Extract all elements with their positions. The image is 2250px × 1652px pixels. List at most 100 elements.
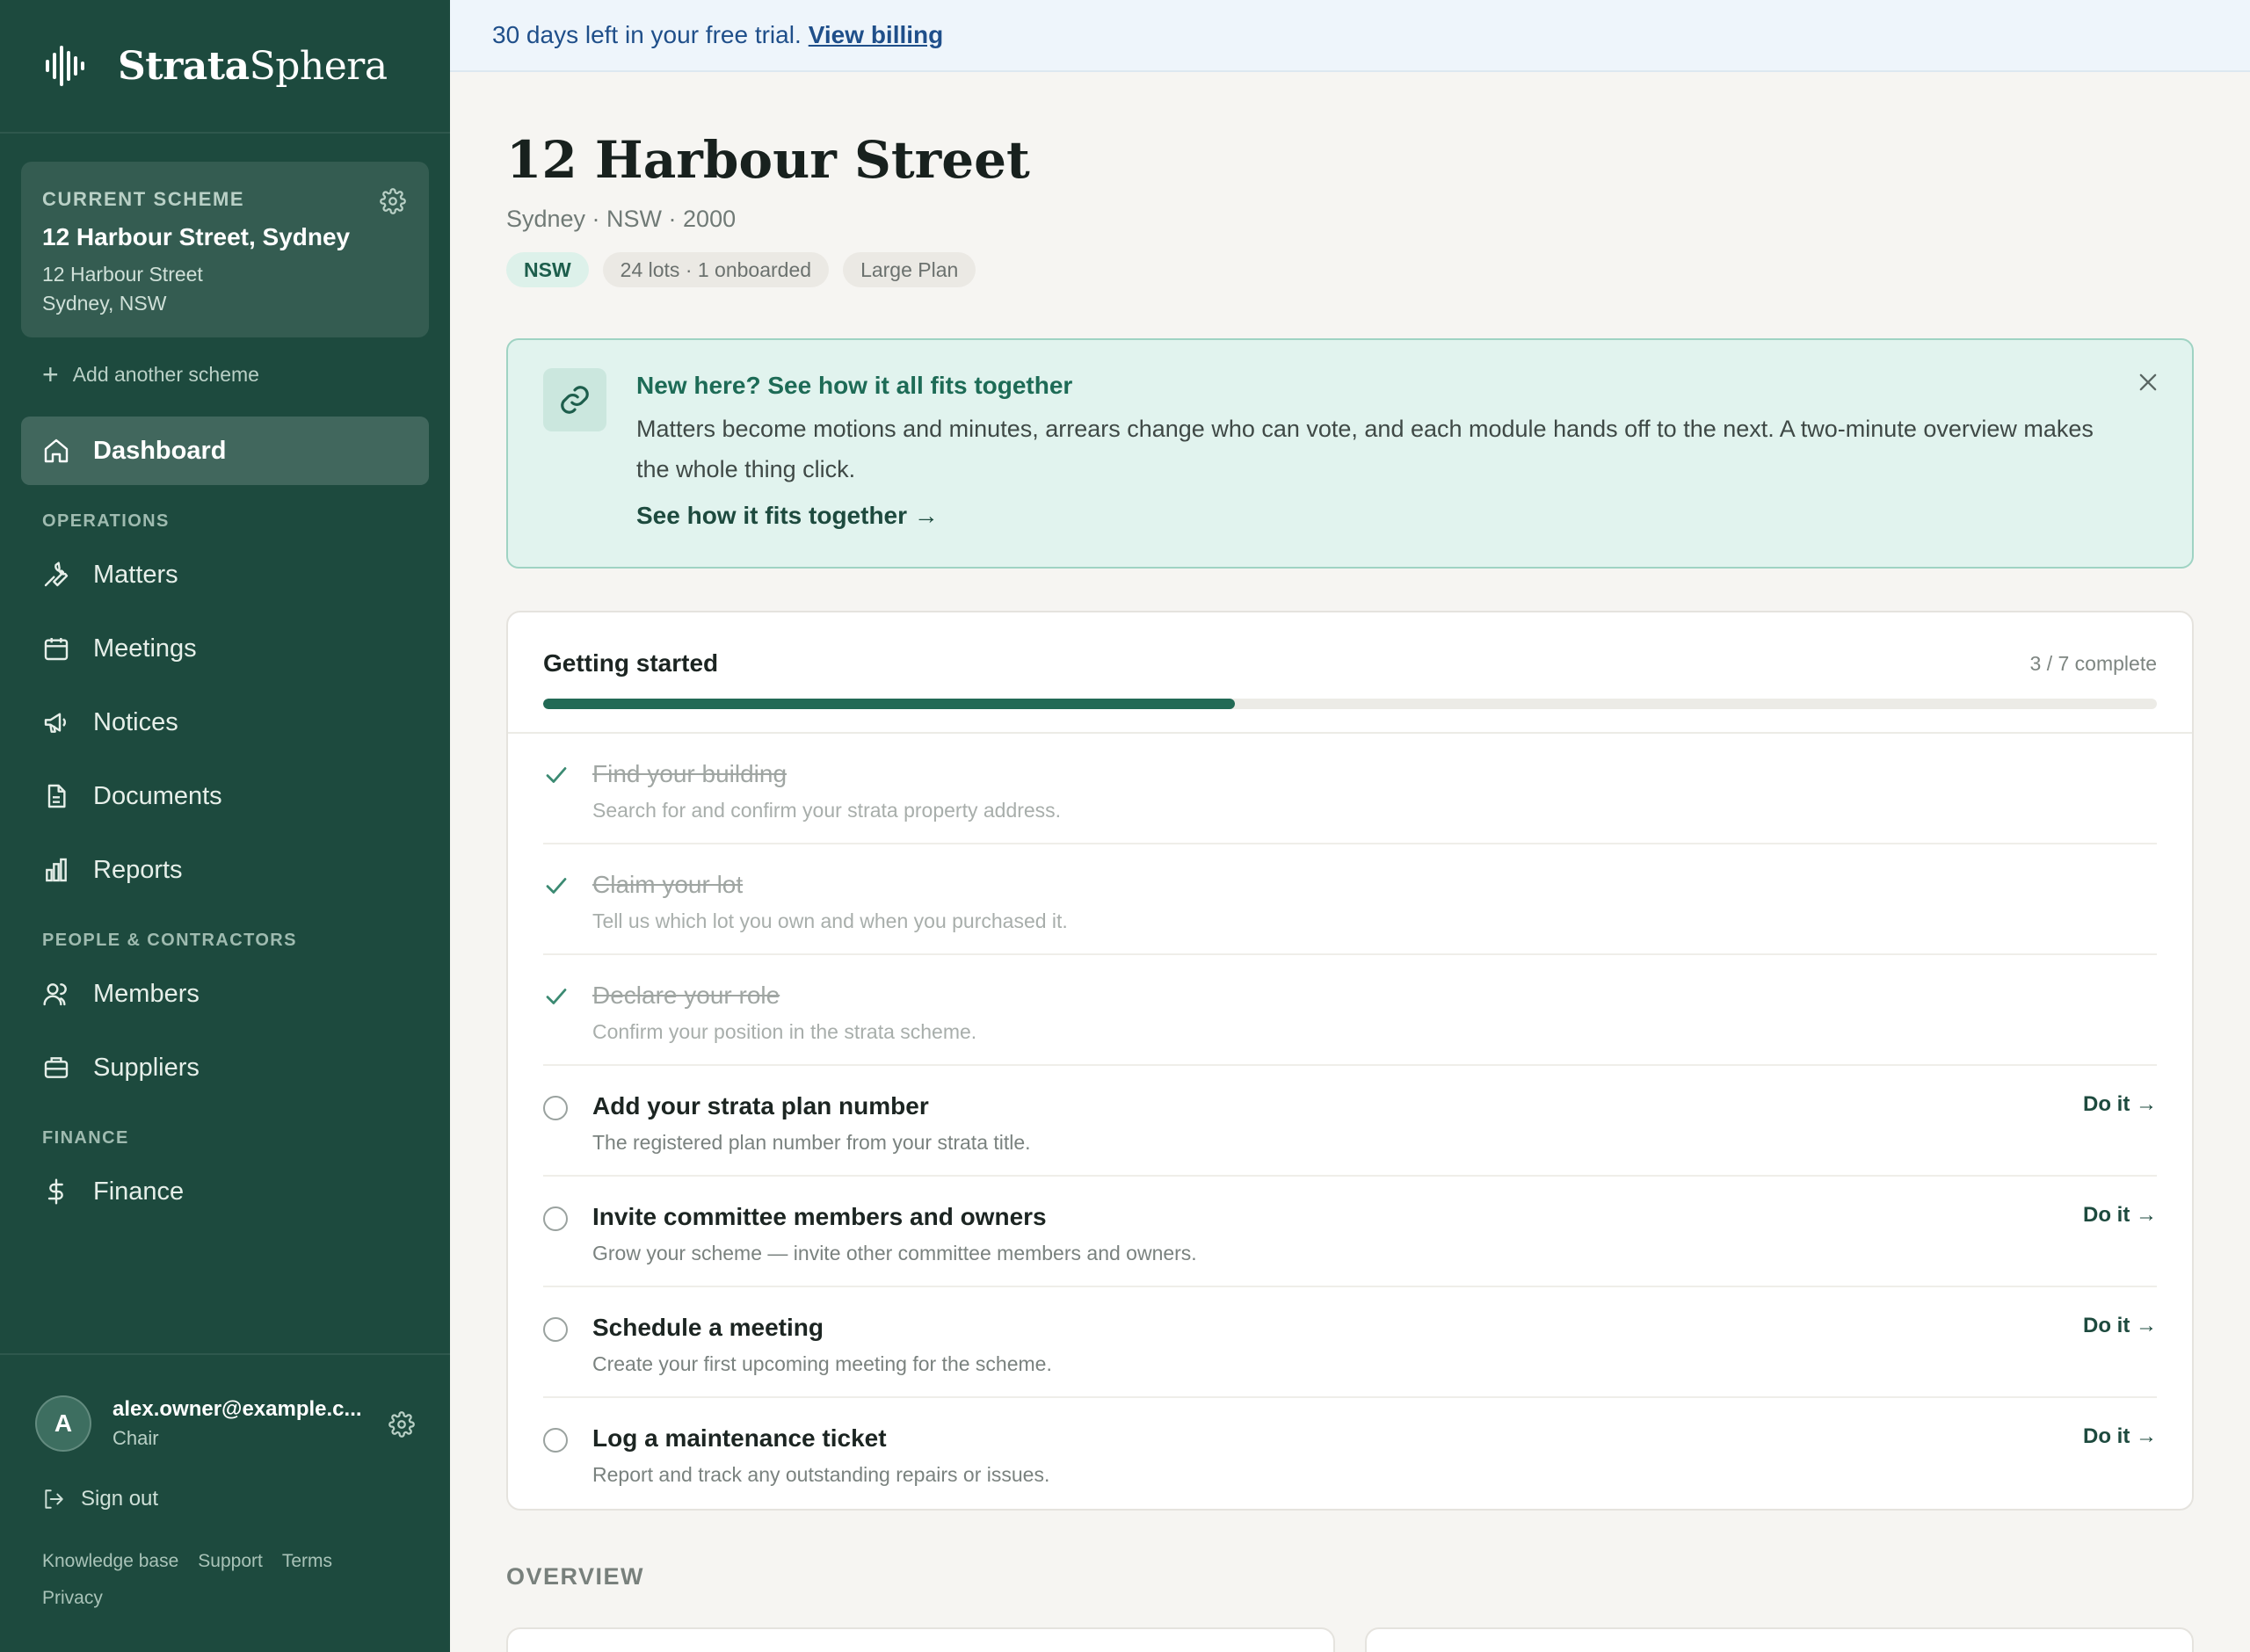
- task-body: Claim your lot Tell us which lot you own …: [592, 871, 1068, 953]
- scheme-chips: NSW 24 lots · 1 onboarded Large Plan: [506, 252, 2194, 287]
- nav-meetings-label: Meetings: [93, 634, 197, 663]
- page-title: 12 Harbour Street: [506, 130, 1030, 190]
- task-do-it-button[interactable]: Do it →: [2083, 1314, 2157, 1338]
- task-description: Grow your scheme — invite other committe…: [592, 1242, 1197, 1264]
- briefcase-icon: [44, 1057, 69, 1078]
- task-item: Declare your role Confirm your position i…: [543, 955, 2157, 1066]
- banner-icon-box: [543, 368, 606, 431]
- footer-link-privacy[interactable]: Privacy: [42, 1588, 103, 1608]
- megaphone-icon: [44, 713, 66, 733]
- empty-circle-icon[interactable]: [543, 1317, 568, 1342]
- nav-finance[interactable]: Finance: [21, 1157, 429, 1226]
- task-item: Schedule a meeting Create your first upco…: [543, 1287, 2157, 1398]
- nav-dashboard[interactable]: Dashboard: [21, 417, 429, 485]
- banner-overview-link[interactable]: See how it fits together →: [636, 502, 2130, 530]
- overview-cards: [506, 1627, 2194, 1652]
- checkmark-icon: [546, 767, 567, 783]
- scheme-settings-gear-icon[interactable]: [380, 188, 406, 214]
- lots-chip: 24 lots · 1 onboarded: [602, 252, 830, 287]
- progress-bar: [543, 699, 2157, 709]
- user-email: alex.owner@example.c...: [112, 1397, 362, 1421]
- dollar-icon: [47, 1178, 63, 1205]
- nav-members[interactable]: Members: [21, 960, 429, 1028]
- checkmark-icon: [546, 878, 567, 894]
- scheme-address: 12 Harbour Street Sydney, NSW: [42, 260, 408, 318]
- trial-banner: 30 days left in your free trial. View bi…: [450, 0, 2250, 72]
- trial-text: 30 days left in your free trial.: [492, 21, 802, 48]
- checkmark-icon: [546, 989, 567, 1004]
- nav-suppliers[interactable]: Suppliers: [21, 1033, 429, 1102]
- sign-out-button[interactable]: Sign out: [42, 1487, 450, 1511]
- calendar-icon: [44, 638, 69, 661]
- nav-section-operations: OPERATIONS: [42, 511, 170, 531]
- task-list: Find your building Search for and confirm…: [508, 734, 2192, 1509]
- task-item: Find your building Search for and confirm…: [543, 734, 2157, 844]
- task-do-it-button[interactable]: Do it →: [2083, 1424, 2157, 1449]
- task-body: Declare your role Confirm your position i…: [592, 982, 976, 1064]
- footer-link-knowledge-base[interactable]: Knowledge base: [42, 1551, 178, 1571]
- task-title: Claim your lot: [592, 871, 744, 898]
- getting-started-header-row: Getting started 3 / 7 complete: [543, 649, 2157, 677]
- empty-circle-icon[interactable]: [543, 1428, 568, 1453]
- task-description: Search for and confirm your strata prope…: [592, 799, 1062, 822]
- brand-name: StrataSphera: [118, 44, 388, 89]
- task-do-it-button[interactable]: Do it →: [2083, 1203, 2157, 1228]
- onboarding-banner: New here? See how it all fits together M…: [506, 338, 2194, 569]
- nav-finance-label: Finance: [93, 1177, 185, 1206]
- empty-circle-icon[interactable]: [543, 1096, 568, 1120]
- footer-link-support[interactable]: Support: [198, 1551, 263, 1571]
- brand[interactable]: StrataSphera: [0, 0, 450, 134]
- sign-out-label: Sign out: [81, 1487, 159, 1511]
- footer-links: Knowledge base Support Terms Privacy: [42, 1543, 450, 1617]
- task-item: Add your strata plan number The registere…: [543, 1066, 2157, 1177]
- task-title: Log a maintenance ticket: [592, 1424, 887, 1452]
- nav-reports-label: Reports: [93, 855, 183, 884]
- task-description: Create your first upcoming meeting for t…: [592, 1352, 1052, 1375]
- home-icon: [44, 438, 69, 463]
- task-body: Log a maintenance ticket Report and track…: [592, 1424, 1049, 1509]
- add-scheme-button[interactable]: + Add another scheme: [42, 357, 450, 392]
- document-icon: [47, 784, 66, 808]
- state-chip: NSW: [506, 252, 589, 287]
- sign-out-icon: [45, 1489, 63, 1509]
- task-do-it-button[interactable]: Do it →: [2083, 1092, 2157, 1117]
- task-description: Tell us which lot you own and when you p…: [592, 909, 1068, 932]
- task-title: Schedule a meeting: [592, 1314, 824, 1341]
- task-body: Add your strata plan number The registere…: [592, 1092, 1031, 1175]
- main-content: 30 days left in your free trial. View bi…: [450, 0, 2250, 1652]
- task-status: [543, 760, 592, 843]
- task-description: Report and track any outstanding repairs…: [592, 1463, 1050, 1486]
- banner-text: Matters become motions and minutes, arre…: [636, 416, 2094, 482]
- user-settings-gear-icon[interactable]: [388, 1411, 415, 1438]
- task-title: Declare your role: [592, 982, 780, 1009]
- current-scheme-card[interactable]: CURRENT SCHEME 12 Harbour Street, Sydney…: [21, 162, 429, 337]
- view-billing-link[interactable]: View billing: [809, 21, 944, 49]
- add-scheme-label: Add another scheme: [72, 362, 259, 386]
- task-status: [543, 871, 592, 953]
- getting-started-card: Getting started 3 / 7 complete Find your…: [506, 611, 2194, 1511]
- task-item: Claim your lot Tell us which lot you own …: [543, 844, 2157, 955]
- overview-card-meetings[interactable]: [1365, 1627, 2194, 1652]
- nav-matters[interactable]: Matters: [21, 540, 429, 609]
- user-profile[interactable]: A alex.owner@example.c... Chair: [35, 1395, 450, 1452]
- task-item: Log a maintenance ticket Report and track…: [543, 1398, 2157, 1509]
- empty-circle-icon[interactable]: [543, 1206, 568, 1231]
- link-icon: [561, 386, 589, 414]
- footer-link-terms[interactable]: Terms: [282, 1551, 332, 1571]
- nav-meetings[interactable]: Meetings: [21, 614, 429, 683]
- task-title: Find your building: [592, 760, 788, 787]
- getting-started-title: Getting started: [543, 649, 719, 677]
- close-icon[interactable]: [2136, 370, 2160, 395]
- overview-card-matters[interactable]: [506, 1627, 1335, 1652]
- nav-matters-label: Matters: [93, 560, 178, 589]
- task-item: Invite committee members and owners Grow …: [543, 1177, 2157, 1287]
- nav-section-people: PEOPLE & CONTRACTORS: [42, 931, 297, 950]
- user-block: A alex.owner@example.c... Chair Sign out…: [0, 1353, 450, 1652]
- nav-members-label: Members: [93, 979, 200, 1008]
- task-status: [543, 982, 592, 1064]
- task-body: Invite committee members and owners Grow …: [592, 1203, 1197, 1286]
- nav-documents[interactable]: Documents: [21, 762, 429, 830]
- nav-reports[interactable]: Reports: [21, 836, 429, 904]
- nav-notices[interactable]: Notices: [21, 688, 429, 757]
- nav-notices-label: Notices: [93, 707, 178, 736]
